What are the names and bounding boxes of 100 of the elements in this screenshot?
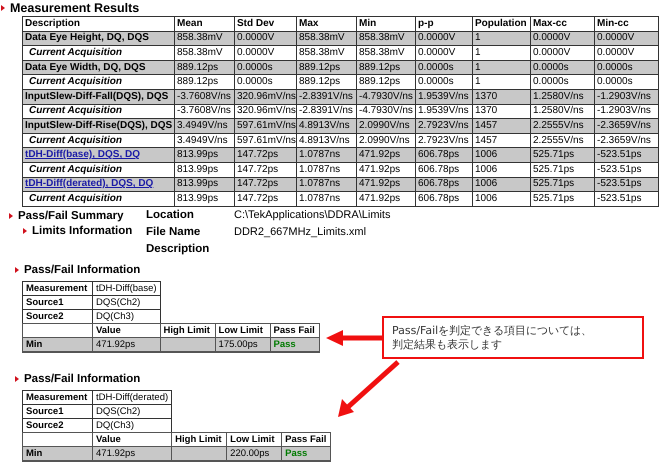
field-label: Description [146, 242, 210, 257]
table-cell: Current Acquisition [29, 105, 122, 116]
section-title: Pass/Fail Information [24, 373, 140, 386]
table-cell: Current Acquisition [29, 46, 122, 58]
table-cell: 0.0000s [533, 76, 569, 88]
table-cell: 0.0000V [237, 46, 274, 58]
table-cell [171, 446, 228, 462]
table-cell: 471.92ps [359, 149, 400, 160]
table-cell: 597.61mV/ns [237, 120, 296, 131]
table-cell: 525.71ps [533, 192, 574, 204]
table-cell: 858.38mV [177, 32, 223, 44]
table-cell: -2.3659V/ns [597, 134, 651, 146]
table-cell: 525.71ps [533, 164, 574, 175]
table-cell: Min [22, 336, 93, 353]
table-cell: Current Acquisition [29, 134, 122, 146]
table-cell: Data Eye Width, DQ, DQS [25, 62, 146, 73]
table-cell: 1457 [475, 134, 498, 146]
table-cell: -3.7608V/ns [177, 105, 231, 116]
table-cell: 0.0000s [597, 76, 633, 88]
table-cell: -4.7930V/ns [359, 90, 413, 102]
table-cell: 471.92ps [359, 178, 400, 190]
table-cell: 2.0990V/ns [359, 134, 410, 146]
column-header: Population [472, 16, 530, 32]
table-cell: 1.2580V/ns [533, 105, 584, 116]
table-cell: 858.38mV [177, 46, 223, 58]
table-cell: 1.9539V/ns [418, 105, 469, 116]
table-cell: Data Eye Height, DQ, DQS [25, 32, 149, 44]
table-cell: 0.0000V [418, 46, 456, 58]
table-cell: -3.7608V/ns [177, 90, 231, 102]
column-header: Min-cc [594, 16, 658, 32]
table-cell: 1.0787ns [299, 192, 340, 204]
table-cell: 0.0000s [597, 62, 633, 73]
table-cell: 3.4949V/ns [177, 120, 228, 131]
table-cell: 0.0000V [597, 46, 634, 58]
table-cell: 1370 [475, 105, 498, 116]
table-cell: 1006 [475, 192, 498, 204]
table-cell: 1457 [475, 120, 498, 131]
table-cell: Measurement [22, 390, 93, 405]
table-cell: 1 [475, 32, 481, 44]
table-cell: 0.0000V [533, 46, 570, 58]
table-cell: tDH-Diff(base) [92, 280, 161, 296]
table-cell: 889.12ps [299, 76, 340, 88]
table-cell: 0.0000V [533, 32, 570, 44]
table-cell: 2.2555V/ns [533, 120, 584, 131]
table-cell: 2.2555V/ns [533, 134, 584, 146]
table-cell: 2.7923V/ns [418, 120, 469, 131]
table-cell: 1370 [475, 90, 498, 102]
table-cell: 1006 [475, 149, 498, 160]
table-cell: -2.8391V/ns [299, 105, 353, 116]
table-cell: 889.12ps [359, 62, 400, 73]
callout-text: Pass/Failを判定できる項目については、 [392, 324, 594, 338]
table-cell: 813.99ps [177, 178, 218, 190]
field-label: File Name [146, 226, 202, 240]
table-cell: 889.12ps [359, 76, 400, 88]
table-cell: 471.92ps [92, 446, 172, 462]
field-value: C:\TekApplications\DDRA\Limits [234, 208, 390, 221]
column-header: p-p [416, 16, 472, 32]
table-cell: 147.72ps [237, 178, 278, 190]
table-cell: 0.0000s [237, 62, 273, 73]
table-cell: 858.38mV [359, 32, 405, 44]
column-header: Description [22, 16, 174, 32]
column-header: Min [356, 16, 416, 32]
table-cell: 0.0000s [237, 76, 273, 88]
table-cell: InputSlew-Diff-Fall(DQS), DQS [25, 90, 168, 102]
table-cell: 0.0000V [237, 32, 274, 44]
table-cell: 525.71ps [533, 149, 574, 160]
table-cell: Current Acquisition [29, 192, 122, 204]
table-cell: 813.99ps [177, 149, 218, 160]
bullet-icon [9, 213, 13, 220]
table-cell: 471.92ps [92, 336, 161, 353]
table-cell: Min [22, 446, 93, 462]
table-cell: Measurement [22, 280, 93, 296]
bullet-icon [23, 228, 27, 234]
table-cell: InputSlew-Diff-Rise(DQS), DQS [25, 120, 172, 131]
bullet-icon [15, 267, 19, 274]
table-cell: 4.8913V/ns [299, 120, 350, 131]
section-title: Measurement Results [10, 0, 140, 14]
table-cell: 1.0787ns [299, 178, 340, 190]
table-cell: -2.3659V/ns [597, 120, 651, 131]
table-cell: 597.61mV/ns [237, 134, 296, 146]
table-cell: 858.38mV [299, 46, 345, 58]
table-cell: 1 [475, 76, 481, 88]
table-cell: 471.92ps [359, 192, 400, 204]
table-cell: 606.78ps [418, 192, 460, 204]
field-value: DDR2_667MHz_Limits.xml [234, 226, 366, 238]
table-cell: 813.99ps [177, 192, 218, 204]
column-header: Max-cc [530, 16, 594, 32]
table-cell: 220.00ps [226, 446, 282, 462]
table-cell: 320.96mV/ns [237, 105, 296, 116]
table-cell: 1006 [475, 164, 498, 175]
table-cell: 4.8913V/ns [299, 134, 350, 146]
table-cell: 1006 [475, 178, 498, 190]
table-cell: -523.51ps [597, 164, 642, 175]
table-cell: 1.9539V/ns [418, 90, 469, 102]
table-cell: -523.51ps [597, 149, 642, 160]
table-cell: 1.0787ns [299, 164, 340, 175]
section-title: Pass/Fail Summary [18, 210, 124, 222]
table-cell: 147.72ps [237, 149, 278, 160]
table-cell: 1 [475, 62, 481, 73]
table-cell: Current Acquisition [29, 164, 122, 175]
